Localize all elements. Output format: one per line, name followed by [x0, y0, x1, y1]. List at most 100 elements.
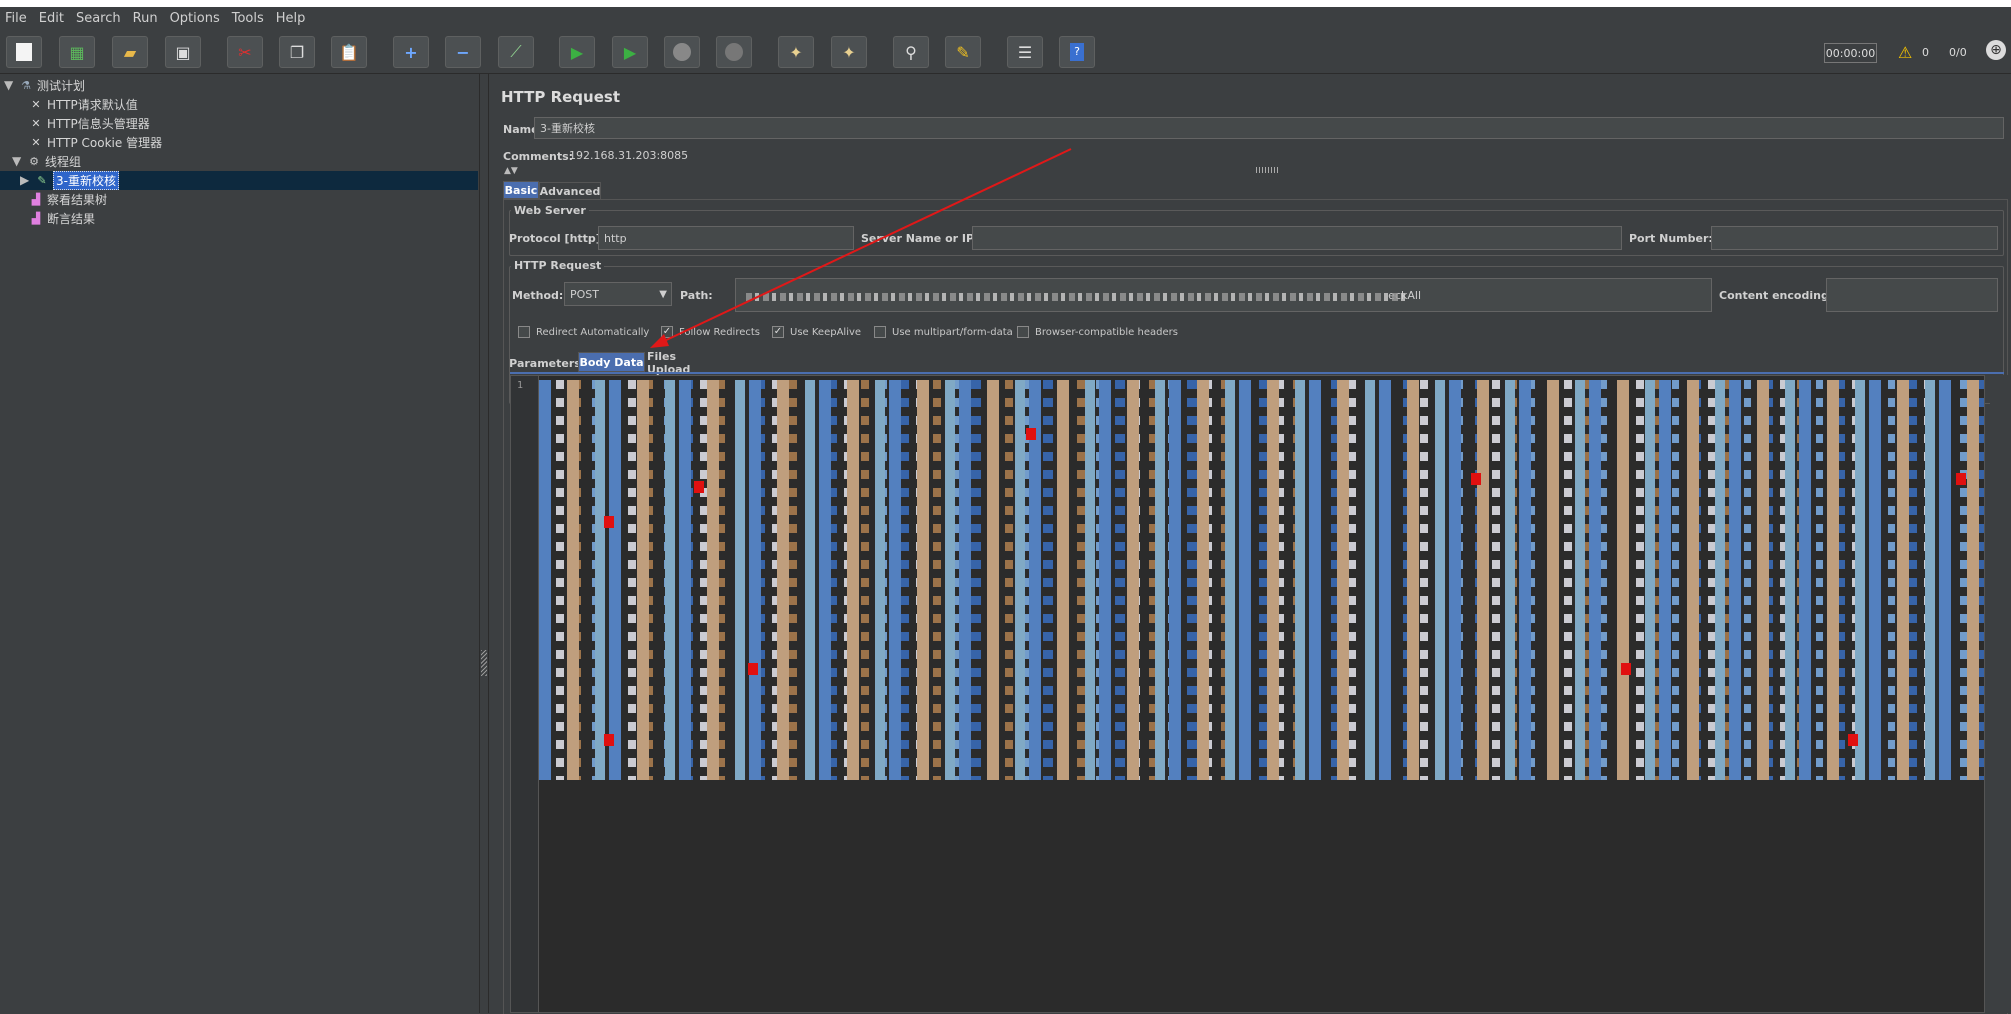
clear-icon[interactable]: ✦ [778, 36, 814, 68]
menu-options[interactable]: Options [164, 11, 226, 26]
content-encoding-label: Content encoding: [1719, 289, 1834, 302]
checkmark-icon: ✓ [772, 326, 784, 338]
stop-icon[interactable] [664, 36, 700, 68]
path-field[interactable]: eckAll [735, 278, 1712, 312]
tree-item-selected-sampler[interactable]: ✎ 3-重新校核 [34, 171, 119, 190]
http-request-legend: HTTP Request [511, 259, 605, 272]
obscured-pixel [604, 734, 614, 746]
collapse-arrows-icon[interactable]: ▲▼ [504, 166, 518, 176]
server-name-field[interactable] [972, 226, 1622, 250]
obscured-pixel [1026, 428, 1036, 440]
expand-triangle-icon[interactable]: ▼ [12, 154, 21, 168]
comments-field[interactable]: 192.168.31.203:8085 [569, 145, 2004, 165]
panel-title: HTTP Request [501, 88, 620, 106]
redirect-automatically-checkbox[interactable]: Redirect Automatically [518, 326, 649, 338]
content-encoding-field[interactable] [1826, 278, 1998, 312]
checkbox-label: Use multipart/form-data [892, 326, 1013, 338]
tree-item-assertion-results[interactable]: ▟ 断言结果 [28, 210, 95, 227]
menu-search[interactable]: Search [70, 11, 127, 26]
tab-body-data[interactable]: Body Data [578, 352, 645, 372]
obscured-pixel [1848, 734, 1858, 746]
menu-file[interactable]: File [0, 11, 33, 26]
save-icon[interactable]: ▣ [165, 36, 201, 68]
active-threads: 0/0 [1949, 46, 1967, 59]
listener-icon: ▟ [31, 212, 41, 225]
config-element-icon: ✕ [31, 98, 41, 111]
tab-basic[interactable]: Basic [503, 181, 539, 199]
body-data-editor[interactable]: 1 [510, 375, 1985, 1013]
tree-item-label: HTTP请求默认值 [47, 98, 138, 112]
collapse-triangle-icon[interactable]: ▶ [20, 173, 29, 187]
expand-triangle-icon[interactable]: ▼ [4, 78, 13, 92]
menu-run[interactable]: Run [127, 11, 164, 26]
browser-compatible-headers-checkbox[interactable]: Browser-compatible headers [1017, 326, 1178, 338]
port-number-field[interactable] [1711, 226, 1998, 250]
paste-icon[interactable]: 📋 [331, 36, 367, 68]
path-obscured-text [746, 293, 1406, 301]
help-icon[interactable]: ? [1059, 36, 1095, 68]
open-icon[interactable]: ▰ [112, 36, 148, 68]
vertical-scrollbar[interactable] [1990, 375, 2008, 1013]
expand-icon[interactable]: + [393, 36, 429, 68]
cut-icon[interactable]: ✂ [227, 36, 263, 68]
method-label: Method: [512, 289, 564, 302]
search-icon[interactable]: ⚲ [893, 36, 929, 68]
tree-item-results-tree[interactable]: ▟ 察看结果树 [28, 191, 107, 208]
resize-grip-icon[interactable] [1256, 167, 1280, 173]
toggle-icon[interactable]: ⟋ [498, 36, 534, 68]
checkbox-label: Follow Redirects [679, 326, 760, 338]
remote-globe-icon[interactable]: ⊕ [1986, 40, 2006, 60]
checkbox-box [518, 326, 530, 338]
start-icon[interactable]: ▶ [559, 36, 595, 68]
tree-item-http-defaults[interactable]: ✕ HTTP请求默认值 [28, 96, 138, 113]
server-name-label: Server Name or IP: [861, 232, 979, 245]
menu-help[interactable]: Help [270, 11, 312, 26]
templates-icon[interactable]: ▦ [59, 36, 95, 68]
comments-label: Comments: [503, 150, 574, 163]
checkbox-label: Redirect Automatically [536, 326, 650, 338]
protocol-field[interactable]: http [598, 226, 854, 250]
obscured-body-content [539, 380, 1984, 780]
name-field[interactable]: 3-重新校核 [534, 117, 2004, 139]
checkbox-box [1017, 326, 1029, 338]
tab-advanced[interactable]: Advanced [539, 182, 601, 200]
shutdown-icon[interactable] [716, 36, 752, 68]
tree-item-label: 线程组 [45, 155, 82, 169]
thread-group-icon: ⚙ [29, 155, 39, 168]
tab-underline [510, 372, 2004, 374]
tree-item-header-manager[interactable]: ✕ HTTP信息头管理器 [28, 115, 150, 132]
clear-all-icon[interactable]: ✦ [831, 36, 867, 68]
warning-icon[interactable]: ⚠ [1898, 43, 1912, 62]
config-element-icon: ✕ [31, 117, 41, 130]
config-element-icon: ✕ [31, 136, 41, 149]
split-grip[interactable] [481, 650, 487, 676]
function-helper-icon[interactable]: ☰ [1007, 36, 1043, 68]
tree-item-cookie-manager[interactable]: ✕ HTTP Cookie 管理器 [28, 134, 162, 151]
split-divider[interactable] [480, 74, 489, 1013]
menu-tools[interactable]: Tools [226, 11, 270, 26]
menu-bar: File Edit Search Run Options Tools Help [0, 7, 2011, 29]
use-keepalive-checkbox[interactable]: ✓ Use KeepAlive [772, 326, 861, 338]
tree-item-label: HTTP信息头管理器 [47, 117, 150, 131]
copy-icon[interactable]: ❐ [279, 36, 315, 68]
line-number-gutter: 1 [511, 376, 539, 1012]
follow-redirects-checkbox[interactable]: ✓ Follow Redirects [661, 326, 760, 338]
method-select[interactable]: POST ▼ [564, 282, 672, 306]
tree-item-thread-group[interactable]: ⚙ 线程组 [26, 153, 81, 170]
elapsed-timer: 00:00:00 [1824, 43, 1877, 63]
reset-search-icon[interactable]: ✎ [945, 36, 981, 68]
web-server-legend: Web Server [511, 204, 589, 217]
checkbox-label: Use KeepAlive [790, 326, 862, 338]
tab-parameters[interactable]: Parameters [509, 354, 581, 372]
collapse-icon[interactable]: − [445, 36, 481, 68]
start-no-pauses-icon[interactable]: ▶ [612, 36, 648, 68]
obscured-pixel [748, 663, 758, 675]
new-icon[interactable] [6, 36, 42, 68]
menu-edit[interactable]: Edit [33, 11, 70, 26]
tab-files-upload[interactable]: Files Upload [647, 350, 720, 376]
test-plan-tree: ▼ ⚗ 测试计划 ✕ HTTP请求默认值 ✕ HTTP信息头管理器 ✕ HTTP… [0, 74, 480, 1013]
obscured-pixel [604, 516, 614, 528]
obscured-pixel [1471, 473, 1481, 485]
tree-item-test-plan[interactable]: ⚗ 测试计划 [18, 77, 85, 94]
multipart-form-data-checkbox[interactable]: Use multipart/form-data [874, 326, 1013, 338]
